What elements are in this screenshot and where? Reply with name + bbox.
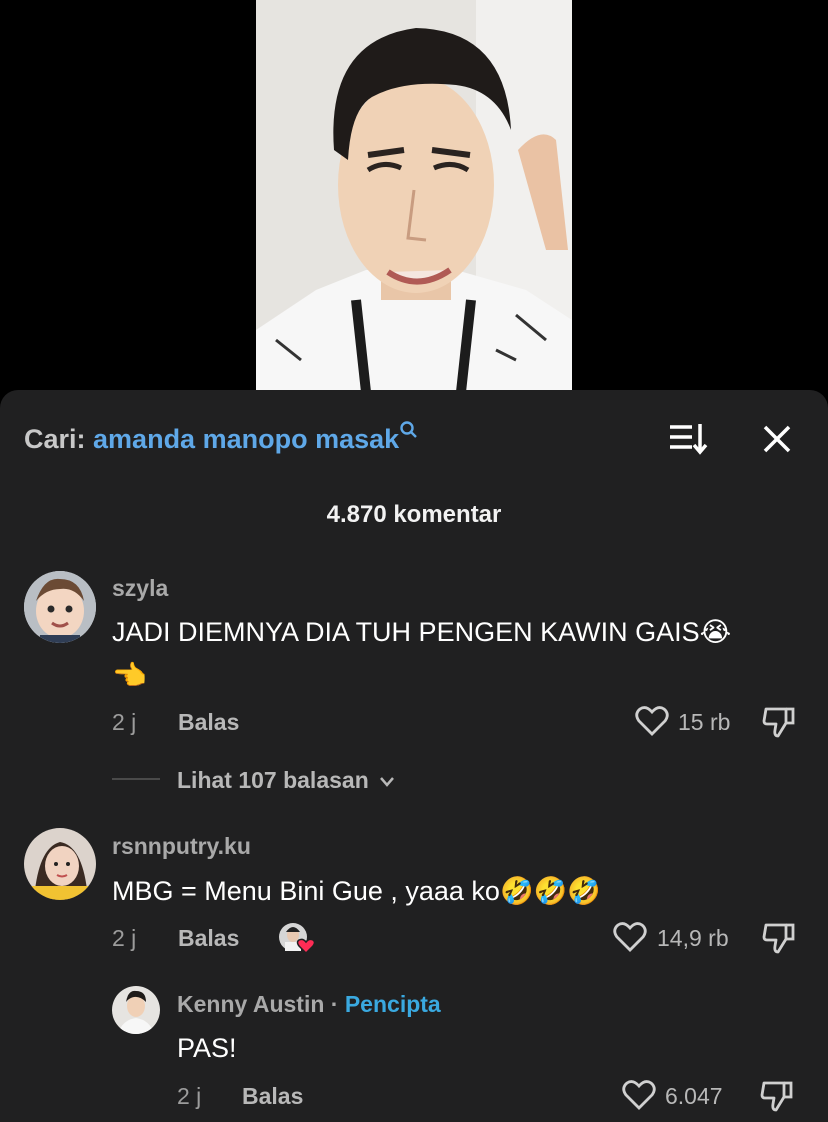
crying-emoji: 😭 <box>699 617 732 647</box>
reply-button[interactable]: Balas <box>242 1083 303 1110</box>
reply-button[interactable]: Balas <box>178 709 239 736</box>
video-thumbnail <box>256 0 572 392</box>
laughing-emoji: 🤣🤣🤣 <box>499 876 601 906</box>
avatar[interactable] <box>24 828 96 900</box>
close-icon[interactable] <box>762 424 792 454</box>
search-suggestion[interactable]: Cari: amanda manopo masak <box>24 421 418 455</box>
view-replies-label: Lihat 107 balasan <box>177 767 369 793</box>
avatar-image <box>24 571 96 643</box>
like-count: 15 rb <box>678 709 731 735</box>
video-frame[interactable] <box>256 0 572 392</box>
avatar[interactable] <box>24 571 96 643</box>
comment-time: 2 j <box>112 925 137 951</box>
heart-icon[interactable] <box>622 1079 656 1111</box>
comment-username[interactable]: rsnnputry.ku <box>112 833 251 860</box>
replies-divider <box>112 778 160 780</box>
dislike-icon[interactable] <box>762 705 796 739</box>
avatar-image <box>112 986 160 1034</box>
creator-avatar-heart-icon <box>279 923 316 955</box>
comment-time: 2 j <box>112 709 137 735</box>
view-replies-button[interactable]: Lihat 107 balasan <box>177 767 395 794</box>
heart-icon[interactable] <box>613 921 647 953</box>
comment-count: 4.870 komentar <box>326 501 502 528</box>
chevron-down-icon <box>380 777 395 787</box>
search-query[interactable]: amanda manopo masak <box>93 424 399 454</box>
pointing-emoji: 👈 <box>112 660 147 691</box>
reply-text: PAS! <box>177 1033 237 1063</box>
reply-username[interactable]: Kenny Austin <box>177 991 324 1017</box>
comment-text: JADI DIEMNYA DIA TUH PENGEN KAWIN GAIS😭 <box>112 617 731 648</box>
comment-text-line: MBG = Menu Bini Gue , yaaa ko <box>112 876 500 906</box>
avatar-image <box>24 828 96 900</box>
like-count: 6.047 <box>665 1083 723 1109</box>
search-icon <box>400 421 418 438</box>
avatar[interactable] <box>112 986 160 1034</box>
creator-liked-badge <box>278 922 316 955</box>
comment-text: MBG = Menu Bini Gue , yaaa ko🤣🤣🤣 <box>112 875 601 907</box>
comment-text-line: JADI DIEMNYA DIA TUH PENGEN KAWIN GAIS <box>112 617 700 647</box>
reply-username-row: Kenny Austin · Pencipta <box>177 991 441 1018</box>
heart-icon[interactable] <box>635 705 669 737</box>
search-label: Cari: <box>24 424 86 454</box>
reply-time: 2 j <box>177 1083 202 1109</box>
sort-icon[interactable] <box>668 422 708 456</box>
dislike-icon[interactable] <box>762 921 796 955</box>
comment-username[interactable]: szyla <box>112 575 168 602</box>
like-count: 14,9 rb <box>657 925 729 951</box>
reply-button[interactable]: Balas <box>178 925 239 952</box>
dislike-icon[interactable] <box>760 1079 794 1113</box>
separator: · <box>330 991 339 1017</box>
creator-badge: Pencipta <box>344 991 441 1017</box>
